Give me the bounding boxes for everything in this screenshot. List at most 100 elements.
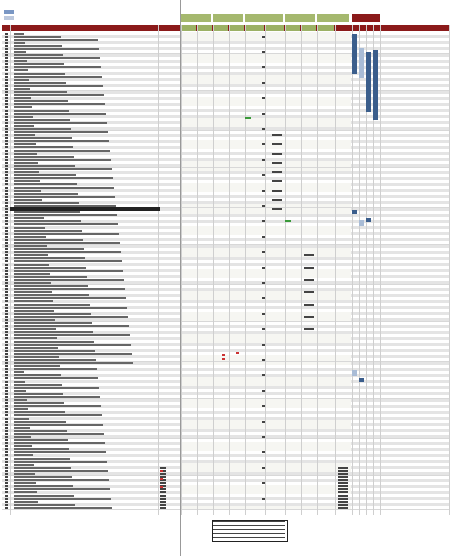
row-index <box>5 140 8 143</box>
column-header-c5[interactable] <box>245 25 264 31</box>
row-label <box>14 118 70 121</box>
column-header-c4[interactable] <box>229 25 244 31</box>
row-index <box>5 380 8 383</box>
row-label <box>14 285 88 288</box>
row-label <box>14 337 57 340</box>
row-index <box>5 408 8 411</box>
row-index <box>5 121 8 124</box>
row-label <box>14 303 90 306</box>
row-label <box>14 325 129 328</box>
column-divider <box>335 25 336 515</box>
column-header-c1[interactable] <box>181 25 196 31</box>
row-index <box>5 442 8 445</box>
row-index <box>5 306 8 309</box>
status-bar <box>352 34 357 74</box>
row-index <box>5 60 8 63</box>
row-label <box>14 374 61 377</box>
row-label <box>14 469 108 472</box>
row-label <box>14 149 110 152</box>
cell-value <box>338 482 348 485</box>
table-row-shade <box>181 506 351 510</box>
row-index <box>5 103 8 106</box>
row-label <box>14 365 60 368</box>
row-label <box>14 460 107 463</box>
row-index <box>5 168 8 171</box>
column-header-code[interactable] <box>160 25 178 31</box>
row-label <box>14 257 85 260</box>
row-index <box>5 192 8 195</box>
cell-value <box>304 254 314 257</box>
row-label <box>14 158 111 161</box>
row-index <box>5 211 8 214</box>
status-bar <box>359 48 364 78</box>
cell-value <box>262 112 265 115</box>
row-index <box>5 248 8 251</box>
row-label <box>14 66 101 69</box>
row-index <box>5 291 8 294</box>
row-index <box>5 399 8 402</box>
cell-value <box>338 500 348 503</box>
column-group-header <box>213 14 243 22</box>
cell-value <box>338 503 348 506</box>
column-group-header <box>352 14 380 22</box>
row-label <box>14 306 127 309</box>
row-label <box>14 217 44 220</box>
row-index <box>5 482 8 485</box>
row-index <box>5 75 8 78</box>
row-index <box>5 411 8 414</box>
row-index <box>5 402 8 405</box>
row-label <box>14 482 36 485</box>
cell-value <box>262 482 265 485</box>
row-label <box>14 466 71 469</box>
cell-value <box>262 297 265 300</box>
row-index <box>5 155 8 158</box>
column-header-c6[interactable] <box>265 25 284 31</box>
row-label <box>14 189 41 192</box>
row-label <box>14 380 25 383</box>
row-label <box>14 334 130 337</box>
column-header-name[interactable] <box>10 25 158 31</box>
row-index <box>5 229 8 232</box>
status-bar <box>352 210 357 214</box>
row-label <box>14 454 33 457</box>
selected-row[interactable] <box>10 207 160 211</box>
row-index <box>5 198 8 201</box>
column-header-c7[interactable] <box>285 25 300 31</box>
row-label <box>14 112 106 115</box>
cell-value <box>272 189 282 192</box>
status-indicator <box>285 220 291 222</box>
row-index <box>5 260 8 263</box>
row-label <box>14 214 117 217</box>
row-index <box>5 300 8 303</box>
row-index <box>5 115 8 118</box>
column-divider <box>359 25 360 515</box>
row-index <box>5 38 8 41</box>
row-label <box>14 288 125 291</box>
column-divider <box>352 25 353 515</box>
column-header-c9[interactable] <box>317 25 334 31</box>
column-header-c3[interactable] <box>213 25 228 31</box>
column-header-c10[interactable] <box>335 25 350 31</box>
status-bar <box>366 52 371 112</box>
row-index <box>5 204 8 207</box>
row-label <box>14 491 37 494</box>
alert-mark <box>222 354 225 356</box>
column-group-header <box>317 14 349 22</box>
column-header-c2[interactable] <box>197 25 212 31</box>
column-header-c8[interactable] <box>301 25 316 31</box>
row-label <box>14 429 67 432</box>
row-label <box>14 192 78 195</box>
column-header-notes[interactable] <box>381 25 447 31</box>
alert-mark <box>222 358 225 360</box>
row-index <box>5 171 8 174</box>
row-label <box>14 442 105 445</box>
row-index <box>5 134 8 137</box>
row-label <box>14 220 81 223</box>
row-label <box>14 463 34 466</box>
row-index <box>5 463 8 466</box>
row-label <box>14 263 49 266</box>
cell-value <box>338 494 348 497</box>
column-group-header <box>245 14 283 22</box>
row-index <box>5 84 8 87</box>
alert-mark <box>236 352 239 354</box>
